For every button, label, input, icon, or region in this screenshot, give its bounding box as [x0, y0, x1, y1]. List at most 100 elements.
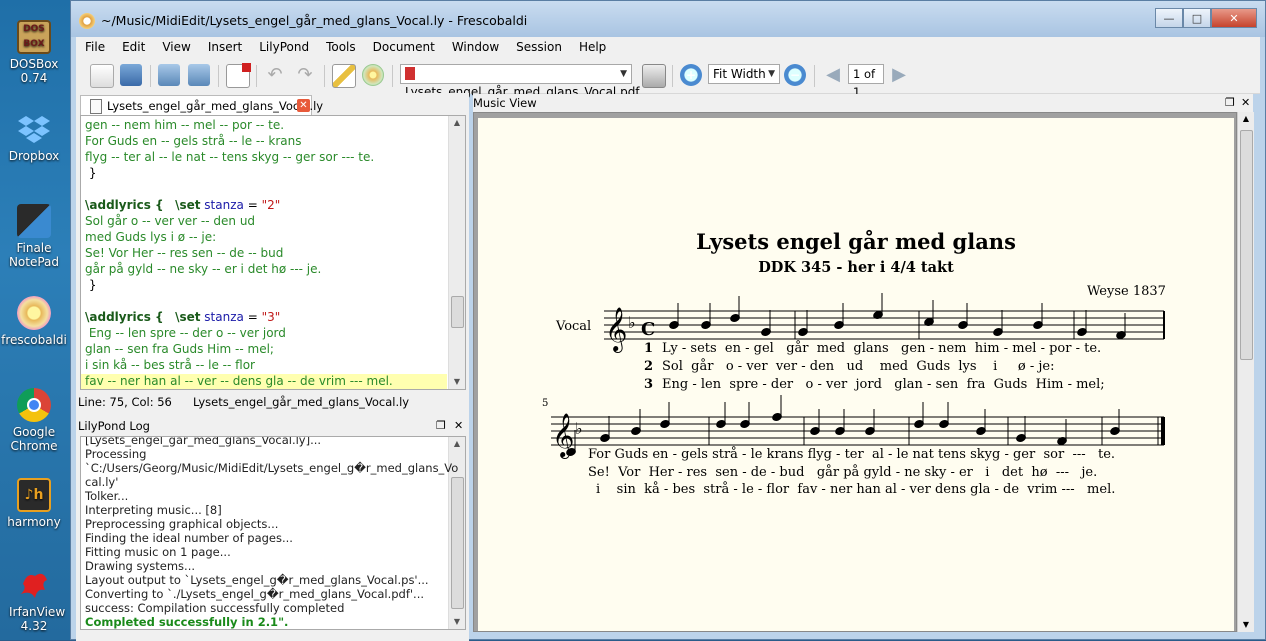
new-document-icon[interactable]: [90, 64, 114, 88]
log-line: Finding the ideal number of pages...: [85, 531, 293, 545]
undo-icon[interactable]: ↶: [264, 64, 286, 86]
menu-session[interactable]: Session: [507, 40, 570, 54]
previous-page-icon[interactable]: ◀: [822, 64, 844, 86]
float-panel-icon[interactable]: ❐: [1225, 94, 1235, 112]
scroll-up-icon[interactable]: ▲: [449, 437, 465, 451]
score-notation: 𝄞 ♭ C 𝄞 ♭: [551, 293, 1165, 459]
next-page-icon[interactable]: ▶: [888, 64, 910, 86]
log-panel-title: LilyPond Log: [78, 419, 150, 433]
frescobaldi-window: ~/Music/MidiEdit/Lysets_engel_går_med_gl…: [70, 0, 1266, 641]
log-line: cal.ly': [85, 475, 119, 489]
music-scroll-thumb[interactable]: [1240, 130, 1253, 360]
lyric-line: Se! Vor Her - res sen - de - bud går på …: [588, 465, 1098, 480]
scroll-down-icon[interactable]: ▼: [449, 615, 465, 629]
music-view-scrollbar[interactable]: ▲ ▼: [1237, 112, 1254, 632]
zoom-out-icon[interactable]: −: [784, 64, 806, 86]
desktop-icon-irfanview[interactable]: IrfanView 4.32: [0, 568, 68, 633]
print-icon[interactable]: [642, 64, 666, 88]
log-line: Interpreting music... [8]: [85, 503, 222, 517]
code-line: }: [85, 278, 97, 292]
desktop-icon-finale[interactable]: Finale NotePad: [0, 204, 68, 269]
music-view-title: Music View: [473, 96, 537, 110]
desktop-icon-frescobaldi[interactable]: frescobaldi: [0, 296, 68, 347]
lyric-line: Ly - sets en - gel går med glans gen - n…: [662, 341, 1102, 356]
open-folder-icon[interactable]: [120, 64, 142, 86]
desktop-icon-dosbox[interactable]: DOS BOX DOSBox 0.74: [0, 20, 68, 85]
maximize-button[interactable]: □: [1183, 8, 1211, 28]
verse-number: 2: [644, 359, 654, 374]
svg-text:C: C: [641, 319, 655, 340]
menu-document[interactable]: Document: [364, 40, 443, 54]
log-line: `C:/Users/Georg/Music/MidiEdit/Lysets_en…: [85, 461, 459, 475]
editor-scroll-thumb[interactable]: [451, 296, 464, 328]
page-number-field[interactable]: 1 of 1: [848, 64, 884, 99]
scroll-down-icon[interactable]: ▼: [449, 375, 465, 389]
title-bar[interactable]: ~/Music/MidiEdit/Lysets_engel_går_med_gl…: [71, 1, 1265, 37]
lyric-line: Eng - len spre - der o - ver jord glan -…: [662, 377, 1105, 392]
editor-status-bar: Line: 75, Col: 56 Lysets_engel_går_med_g…: [76, 392, 469, 412]
scroll-up-icon[interactable]: ▲: [1238, 112, 1254, 126]
desktop-icon-chrome[interactable]: Google Chrome: [0, 388, 68, 453]
code-line: gen -- nem him -- mel -- por -- te.: [85, 118, 285, 132]
menu-bar: File Edit View Insert LilyPond Tools Doc…: [76, 37, 1260, 57]
code-line: glan -- sen fra Guds Him -- mel;: [85, 342, 274, 356]
menu-edit[interactable]: Edit: [113, 40, 153, 54]
save-as-icon[interactable]: [188, 64, 210, 86]
desktop-icon-harmony[interactable]: ♪h harmony: [0, 478, 68, 529]
lyric-line: Sol går o - ver ver - den ud med Guds ly…: [662, 359, 1055, 374]
close-tab-icon[interactable]: ✕: [297, 99, 310, 112]
redo-icon[interactable]: ↷: [294, 64, 316, 86]
menu-file[interactable]: File: [76, 40, 113, 54]
editor-scrollbar[interactable]: ▲ ▼: [448, 116, 465, 389]
scroll-down-icon[interactable]: ▼: [1238, 618, 1254, 632]
save-icon[interactable]: [158, 64, 180, 86]
code-line: }: [85, 166, 97, 180]
irfanview-icon: [17, 568, 51, 602]
close-window-button[interactable]: ✕: [1211, 8, 1257, 28]
zoom-select[interactable]: Fit Width ▼: [708, 64, 780, 84]
main-toolbar: ↶ ↷ Lysets_engel_går_med_glans_Vocal.pdf…: [76, 57, 1260, 99]
desktop: DOS BOX DOSBox 0.74 Dropbox Finale NotePa…: [0, 0, 70, 640]
log-scroll-thumb[interactable]: [451, 477, 464, 609]
desktop-icon-dropbox[interactable]: Dropbox: [0, 112, 68, 163]
menu-help[interactable]: Help: [570, 40, 614, 54]
log-line: Layout output to `Lysets_engel_g�r_med_g…: [85, 573, 429, 587]
run-lilypond-icon[interactable]: [362, 64, 384, 86]
code-line: Se! Vor Her -- res sen -- de -- bud: [85, 246, 284, 260]
left-pane: Lysets_engel_går_med_glans_Vocal.ly ✕ ▲ …: [76, 93, 469, 641]
log-line: Tolker...: [85, 489, 129, 503]
score-page: Lysets engel går med glans DDK 345 - her…: [478, 118, 1234, 631]
scroll-up-icon[interactable]: ▲: [449, 116, 465, 130]
menu-window[interactable]: Window: [443, 40, 507, 54]
tab-document[interactable]: Lysets_engel_går_med_glans_Vocal.ly ✕: [80, 95, 323, 116]
float-panel-icon[interactable]: ❐: [436, 416, 446, 436]
log-line: Completed successfully in 2.1".: [85, 615, 289, 629]
lyric-line: i sin kå - bes strå - le - flor fav - ne…: [596, 482, 1116, 497]
pdf-document-select[interactable]: Lysets_engel_går_med_glans_Vocal.pdf ▼: [400, 64, 640, 99]
dropbox-icon: [17, 112, 51, 146]
menu-lilypond[interactable]: LilyPond: [250, 40, 317, 54]
zoom-in-icon[interactable]: +: [680, 64, 702, 86]
finale-icon: [17, 204, 51, 238]
music-view[interactable]: Lysets engel går med glans DDK 345 - her…: [473, 112, 1237, 632]
lilypond-log: ▲ ▼ [Lysets_engel_går_med_glans_Vocal.ly…: [80, 436, 466, 630]
chevron-down-icon: ▼: [768, 69, 775, 79]
menu-view[interactable]: View: [153, 40, 198, 54]
code-editor[interactable]: ▲ ▼ gen -- nem him -- mel -- por -- te. F…: [80, 115, 466, 390]
svg-text:♭: ♭: [628, 313, 636, 332]
menu-insert[interactable]: Insert: [199, 40, 250, 54]
music-view-header: Music View ❐ ✕: [473, 94, 1253, 112]
harmony-icon: ♪h: [17, 478, 51, 512]
cursor-position: Line: 75, Col: 56: [78, 395, 172, 409]
menu-tools[interactable]: Tools: [317, 40, 364, 54]
close-document-icon[interactable]: [226, 63, 251, 88]
edit-pencil-icon[interactable]: [332, 64, 356, 88]
document-icon: [90, 99, 102, 114]
minimize-button[interactable]: —: [1155, 8, 1183, 28]
close-panel-icon[interactable]: ✕: [1241, 94, 1250, 112]
close-panel-icon[interactable]: ✕: [454, 416, 463, 436]
svg-text:♭: ♭: [575, 419, 583, 438]
log-line: Drawing systems...: [85, 559, 196, 573]
frescobaldi-icon: [17, 296, 51, 330]
code-line: Sol går o -- ver ver -- den ud: [85, 214, 256, 228]
